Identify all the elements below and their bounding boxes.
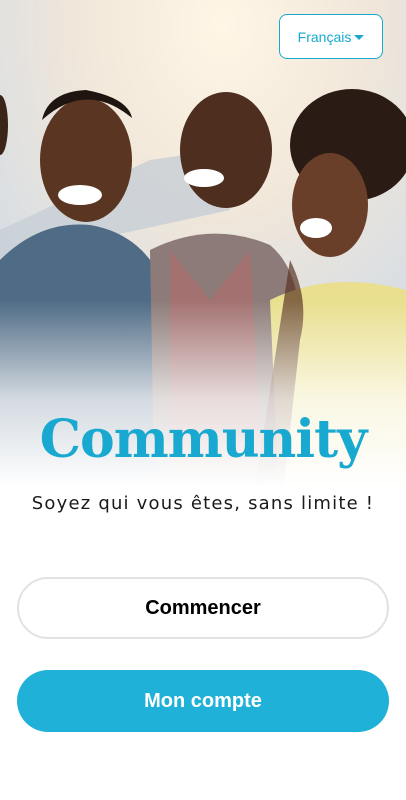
language-selector-label: Français <box>297 28 352 45</box>
my-account-button[interactable]: Mon compte <box>17 670 389 732</box>
language-selector[interactable]: Français <box>279 14 383 59</box>
caret-down-icon <box>354 34 365 40</box>
start-button[interactable]: Commencer <box>17 577 389 639</box>
tagline: Soyez qui vous êtes, sans limite ! <box>31 493 375 514</box>
my-account-button-label: Mon compte <box>144 689 262 712</box>
start-button-label: Commencer <box>145 596 261 619</box>
welcome-screen: Français Community Soyez qui vous êtes, … <box>0 0 406 800</box>
app-logo: Community <box>39 409 368 470</box>
